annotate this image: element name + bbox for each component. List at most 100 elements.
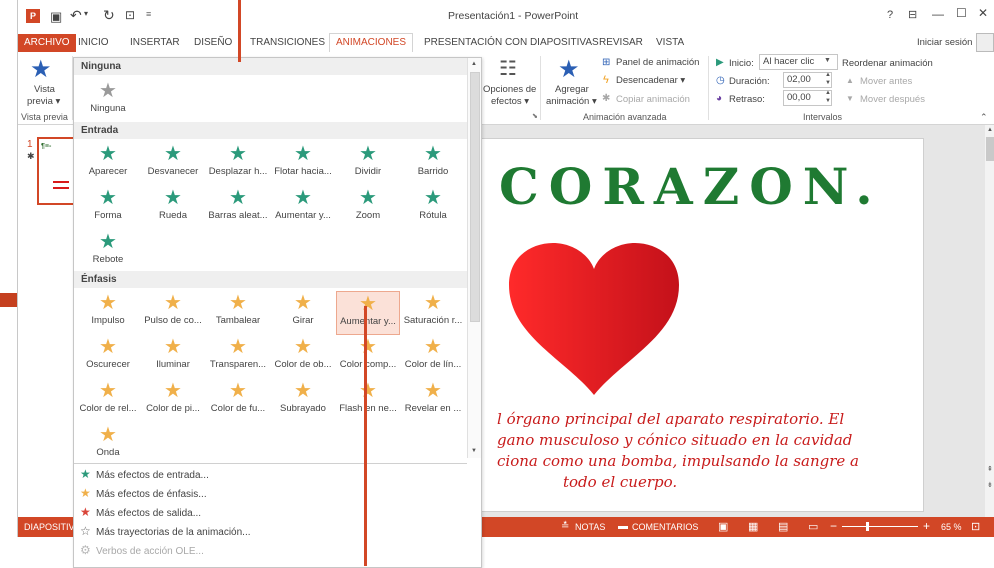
emphasis-effect[interactable]: ★ Color de lín... [401, 335, 465, 379]
tab-presentacion[interactable]: PRESENTACIÓN CON DIAPOSITIVAS [418, 34, 605, 52]
minimize-icon[interactable]: — [932, 7, 944, 21]
zoom-level[interactable]: 65 % [941, 522, 962, 532]
emphasis-effect[interactable]: ★ Revelar en ... [401, 379, 465, 423]
tab-vista[interactable]: VISTA [650, 34, 690, 52]
slide-body[interactable]: l órgano principal del aparato respirato… [477, 409, 923, 493]
entrance-effect[interactable]: ★ Desvanecer [141, 142, 205, 186]
emphasis-effect[interactable]: ★ Color comp... [336, 335, 400, 379]
vertical-scrollbar[interactable]: ▲ ⇞ ⇟ [985, 125, 994, 517]
close-icon[interactable]: ✕ [978, 6, 988, 20]
entrance-effect[interactable]: ★ Rótula [401, 186, 465, 230]
emphasis-effect[interactable]: ★ Color de fu... [206, 379, 270, 423]
zoom-slider-track[interactable] [842, 526, 918, 527]
tab-animaciones[interactable]: ANIMACIONES [329, 33, 414, 53]
preview-label-a[interactable]: Vista [34, 84, 55, 95]
heart-shape[interactable] [505, 239, 683, 399]
emphasis-effect[interactable]: ★ Color de rel... [76, 379, 140, 423]
tab-diseno[interactable]: DISEÑO [188, 34, 238, 52]
maximize-icon[interactable]: ☐ [956, 6, 967, 20]
tab-archivo[interactable]: ARCHIVO [18, 34, 76, 52]
present-from-start-icon[interactable]: ⊡ [125, 8, 135, 22]
slide-canvas[interactable]: CORAZON. l órgano principal del aparato … [476, 138, 924, 512]
effect-none[interactable]: ★ Ninguna [76, 79, 140, 123]
trigger-button[interactable]: Desencadenar ▾ [616, 75, 685, 86]
more-entrance-effects[interactable]: ★ Más efectos de entrada... [80, 466, 209, 483]
dialog-launcher-icon[interactable]: ⬊ [532, 112, 538, 120]
save-icon[interactable]: ▣ [50, 9, 62, 25]
emphasis-effect[interactable]: ★ Oscurecer [76, 335, 140, 379]
zoom-out-icon[interactable]: − [830, 519, 837, 533]
reading-view-icon[interactable]: ▤ [778, 520, 788, 533]
scroll-up-icon[interactable]: ▲ [987, 127, 993, 133]
tab-insertar[interactable]: INSERTAR [124, 34, 186, 52]
entrance-effect[interactable]: ★ Barrido [401, 142, 465, 186]
more-exit-effects[interactable]: ★ Más efectos de salida... [80, 504, 201, 521]
emphasis-effect[interactable]: ★ Iluminar [141, 335, 205, 379]
add-animation-label-b[interactable]: animación ▾ [546, 96, 597, 107]
emphasis-effect[interactable]: ★ Girar [271, 291, 335, 335]
gallery-scrollbar[interactable]: ▲ ▼ [467, 58, 481, 458]
entrance-effect[interactable]: ★ Aparecer [76, 142, 140, 186]
gallery-scroll-thumb[interactable] [470, 72, 480, 322]
entrance-effect[interactable]: ★ Barras aleat... [206, 186, 270, 230]
emphasis-effect[interactable]: ★ Aumentar y... [336, 291, 400, 335]
entrance-effect[interactable]: ★ Rebote [76, 230, 140, 274]
effect-options-label-b[interactable]: efectos ▾ [491, 96, 529, 107]
duration-spinner-icon[interactable]: ▲ ▼ [825, 71, 831, 87]
more-emphasis-effects[interactable]: ★ Más efectos de énfasis... [80, 485, 207, 502]
undo-icon[interactable]: ↶ [70, 7, 82, 24]
animation-pane-icon[interactable]: ⊞ [602, 57, 610, 68]
emphasis-effect[interactable]: ★ Saturación r... [401, 291, 465, 335]
scroll-thumb[interactable] [986, 137, 994, 161]
delay-spinner-icon[interactable]: ▲ ▼ [825, 89, 831, 105]
normal-view-icon[interactable]: ▣ [718, 520, 728, 533]
fit-to-window-icon[interactable]: ⊡ [971, 520, 980, 533]
add-animation-icon[interactable]: ★ [558, 55, 580, 84]
more-motion-paths[interactable]: ☆ Más trayectorias de la animación... [80, 523, 251, 540]
entrance-effect[interactable]: ★ Desplazar h... [206, 142, 270, 186]
emphasis-effect[interactable]: ★ Color de pi... [141, 379, 205, 423]
emphasis-effect[interactable]: ★ Flash en ne... [336, 379, 400, 423]
start-dropdown-icon[interactable]: ▼ [824, 57, 831, 64]
notes-icon[interactable]: ≛ [561, 521, 569, 532]
gallery-scroll-up-icon[interactable]: ▲ [471, 61, 477, 67]
comments-button[interactable]: COMENTARIOS [632, 522, 698, 532]
effect-options-label-a[interactable]: Opciones de [483, 84, 536, 95]
preview-label-b[interactable]: previa ▾ [27, 96, 60, 107]
slide-thumbnail[interactable]: ¶≡- [37, 137, 75, 205]
emphasis-effect[interactable]: ★ Subrayado [271, 379, 335, 423]
zoom-slider-thumb[interactable] [866, 522, 869, 531]
entrance-effect[interactable]: ★ Aumentar y... [271, 186, 335, 230]
emphasis-effect[interactable]: ★ Color de ob... [271, 335, 335, 379]
entrance-effect[interactable]: ★ Forma [76, 186, 140, 230]
next-slide-icon[interactable]: ⇟ [987, 481, 993, 489]
help-button[interactable]: ? [887, 9, 893, 21]
emphasis-effect[interactable]: ★ Impulso [76, 291, 140, 335]
redo-icon[interactable]: ↻ [103, 7, 115, 24]
notes-button[interactable]: NOTAS [575, 522, 605, 532]
tab-revisar[interactable]: REVISAR [593, 34, 649, 52]
slideshow-icon[interactable]: ▭ [808, 520, 818, 533]
avatar[interactable] [976, 33, 994, 52]
entrance-effect[interactable]: ★ Flotar hacia... [271, 142, 335, 186]
emphasis-effect[interactable]: ★ Pulso de co... [141, 291, 205, 335]
entrance-effect[interactable]: ★ Zoom [336, 186, 400, 230]
prev-slide-icon[interactable]: ⇞ [987, 465, 993, 473]
tab-transiciones[interactable]: TRANSICIONES [244, 34, 331, 52]
trigger-icon[interactable]: ϟ [603, 74, 609, 86]
preview-star-icon[interactable]: ★ [30, 55, 52, 84]
animation-pane-button[interactable]: Panel de animación [616, 57, 699, 68]
emphasis-effect[interactable]: ★ Onda [76, 423, 140, 467]
entrance-effect[interactable]: ★ Dividir [336, 142, 400, 186]
zoom-in-icon[interactable]: + [923, 519, 930, 533]
effect-options-icon[interactable]: ☷ [499, 56, 517, 81]
ribbon-display-options-icon[interactable]: ⊟ [908, 8, 917, 21]
customize-qat-icon[interactable]: ≡ [146, 9, 151, 19]
emphasis-effect[interactable]: ★ Tambalear [206, 291, 270, 335]
gallery-scroll-down-icon[interactable]: ▼ [471, 448, 477, 454]
comments-icon[interactable]: ▬ [618, 521, 628, 532]
emphasis-effect[interactable]: ★ Transparen... [206, 335, 270, 379]
undo-dropdown-icon[interactable]: ▾ [84, 9, 88, 18]
add-animation-label-a[interactable]: Agregar [555, 84, 589, 95]
slide-title[interactable]: CORAZON. [499, 157, 883, 216]
